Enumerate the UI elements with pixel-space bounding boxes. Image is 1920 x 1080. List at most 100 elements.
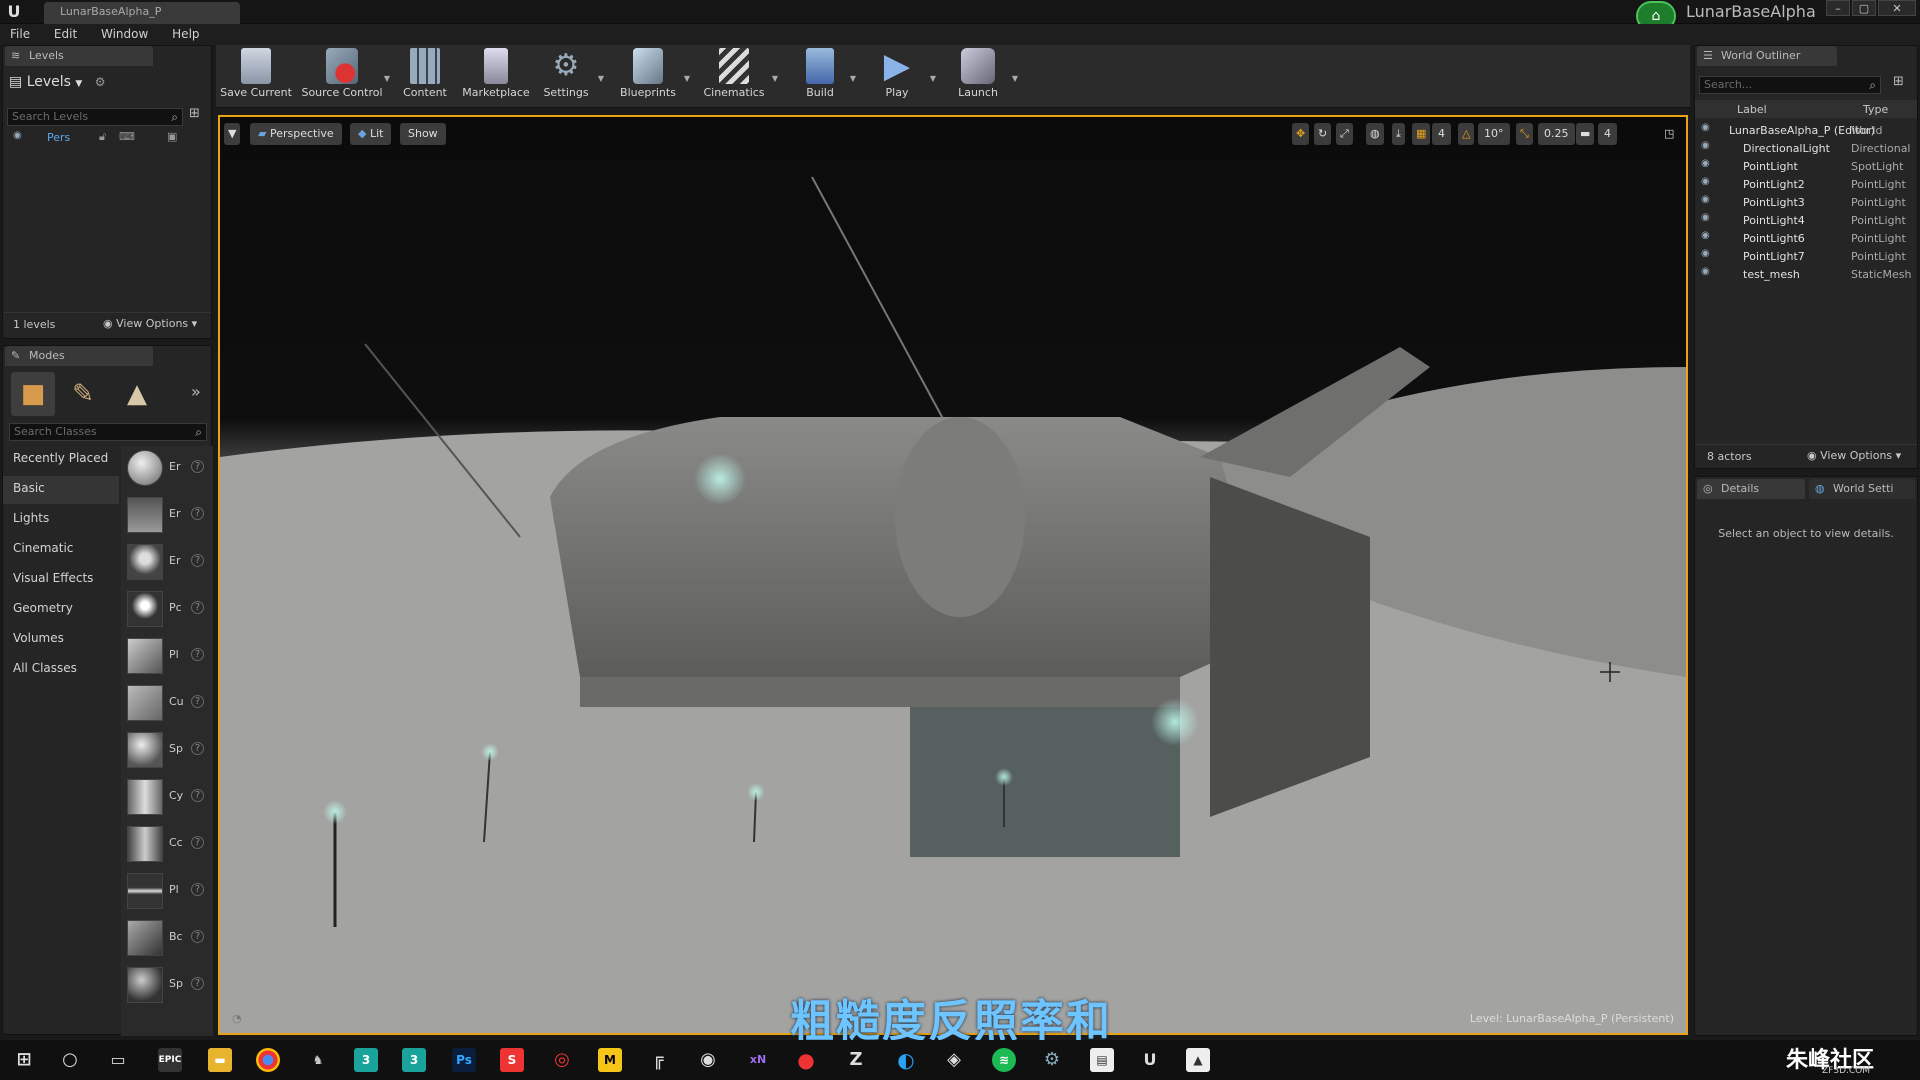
scale-snap-value[interactable]: 0.25: [1538, 123, 1575, 145]
rotation-snap-value[interactable]: 10°: [1478, 123, 1510, 145]
visibility-eye-icon[interactable]: ◉: [13, 130, 22, 141]
world-outliner-tab[interactable]: ☰ World Outliner: [1697, 46, 1837, 66]
help-icon[interactable]: ?: [191, 930, 204, 943]
camera-speed-icon[interactable]: ▬: [1576, 123, 1595, 145]
surface-snap-icon[interactable]: ⤓: [1392, 123, 1405, 145]
outliner-row[interactable]: ◉ PointLight7 PointLight: [1699, 248, 1906, 266]
class-item[interactable]: Sp?: [125, 728, 211, 772]
gamepad-icon[interactable]: ⌨: [119, 130, 135, 143]
class-item[interactable]: Pl?: [125, 869, 211, 913]
levels-settings-icon[interactable]: ⚙: [95, 75, 106, 89]
visibility-eye-icon[interactable]: ◉: [1701, 158, 1710, 169]
outliner-row[interactable]: ◉ test_mesh StaticMesh: [1699, 266, 1911, 284]
play-button[interactable]: ▶ Play ▼: [864, 48, 936, 106]
class-item[interactable]: Cu?: [125, 681, 211, 725]
column-type[interactable]: Type: [1863, 103, 1888, 116]
class-item[interactable]: Er?: [125, 540, 211, 584]
help-icon[interactable]: ?: [191, 554, 204, 567]
menu-edit[interactable]: Edit: [44, 24, 87, 41]
maximize-viewport-icon[interactable]: ◳: [1660, 123, 1678, 145]
category-basic[interactable]: Basic: [3, 476, 119, 504]
help-icon[interactable]: ?: [191, 648, 204, 661]
class-item[interactable]: Er?: [125, 446, 211, 490]
outliner-search-input[interactable]: Search... ⌕: [1699, 76, 1881, 94]
details-tab[interactable]: ◎ Details: [1697, 479, 1805, 499]
davinci-icon[interactable]: ◎: [550, 1048, 574, 1072]
class-item[interactable]: Er?: [125, 493, 211, 537]
explorer-icon[interactable]: ▬: [208, 1048, 232, 1072]
search-icon[interactable]: ○: [58, 1048, 82, 1072]
visibility-eye-icon[interactable]: ◉: [1701, 176, 1710, 187]
grid-snap-value[interactable]: 4: [1432, 123, 1451, 145]
chevron-down-icon[interactable]: ▼: [772, 74, 778, 83]
chevron-down-icon[interactable]: ▼: [850, 74, 856, 83]
lock-icon[interactable]: 🔓︎: [99, 130, 106, 144]
viewport-options-button[interactable]: ▼: [224, 123, 241, 145]
browser-icon[interactable]: ◐: [894, 1048, 918, 1072]
help-icon[interactable]: ?: [191, 836, 204, 849]
levels-tab[interactable]: ≋ Levels: [5, 46, 153, 66]
marketplace-button[interactable]: Marketplace: [460, 48, 532, 106]
camera-speed-value[interactable]: 4: [1598, 123, 1617, 145]
zbrush-icon[interactable]: Z: [844, 1048, 868, 1072]
unity-icon[interactable]: ◈: [942, 1048, 966, 1072]
help-icon[interactable]: ?: [191, 789, 204, 802]
save-level-icon[interactable]: ▣: [167, 130, 177, 143]
class-item[interactable]: Pc?: [125, 587, 211, 631]
record-icon[interactable]: ●: [794, 1048, 818, 1072]
outliner-add-icon[interactable]: ⊞: [1893, 74, 1904, 89]
maximize-button[interactable]: ▢: [1852, 0, 1876, 16]
category-recently-placed[interactable]: Recently Placed: [3, 446, 119, 474]
world-settings-tab[interactable]: ◍ World Setti: [1809, 479, 1915, 499]
visibility-eye-icon[interactable]: ◉: [1701, 266, 1710, 277]
menu-file[interactable]: File: [0, 24, 40, 41]
levels-header[interactable]: ▤ Levels ▼ ⚙: [9, 74, 106, 90]
cinematics-button[interactable]: Cinematics ▼: [696, 48, 778, 106]
marmoset-icon[interactable]: M: [598, 1048, 622, 1072]
outliner-row[interactable]: ◉ DirectionalLight DirectionalLight: [1699, 140, 1911, 158]
class-item[interactable]: Cc?: [125, 822, 211, 866]
level-viewport[interactable]: ▼ ▰ Perspective ◆ Lit Show ✥ ↻ ⤢ ◍ ⤓ ▦ 4…: [218, 115, 1688, 1035]
help-icon[interactable]: ?: [191, 977, 204, 990]
modes-tab[interactable]: ✎ Modes: [5, 346, 153, 366]
obs-icon[interactable]: ◉: [696, 1048, 720, 1072]
category-lights[interactable]: Lights: [3, 506, 119, 534]
3dsmax2-icon[interactable]: 3: [402, 1048, 426, 1072]
visibility-eye-icon[interactable]: ◉: [1701, 230, 1710, 241]
outliner-row[interactable]: ◉ PointLight3 PointLight: [1699, 194, 1906, 212]
content-button[interactable]: Content: [394, 48, 456, 106]
translate-icon[interactable]: ✥: [1292, 123, 1310, 145]
rotate-icon[interactable]: ↻: [1314, 123, 1332, 145]
category-volumes[interactable]: Volumes: [3, 626, 119, 654]
photos-icon[interactable]: ▲: [1186, 1048, 1210, 1072]
photoshop-icon[interactable]: Ps: [452, 1048, 476, 1072]
3dsmax-icon[interactable]: 3: [354, 1048, 378, 1072]
grid-snap-icon[interactable]: ▦: [1412, 123, 1431, 145]
menu-help[interactable]: Help: [162, 24, 209, 41]
epic-icon[interactable]: EPIC: [158, 1048, 182, 1072]
outliner-row[interactable]: ◉ PointLight6 PointLight: [1699, 230, 1906, 248]
notes-icon[interactable]: ▤: [1090, 1048, 1114, 1072]
place-mode-icon[interactable]: ■: [11, 372, 55, 416]
show-button[interactable]: Show: [400, 123, 446, 145]
visibility-eye-icon[interactable]: ◉: [1701, 122, 1710, 133]
launch-button[interactable]: Launch ▼: [944, 48, 1018, 106]
outliner-row[interactable]: ◉ PointLight SpotLight: [1699, 158, 1903, 176]
outliner-row[interactable]: ◉ LunarBaseAlpha_P (Editor) World: [1699, 122, 1883, 140]
class-item[interactable]: Sp?: [125, 963, 211, 1007]
category-cinematic[interactable]: Cinematic: [3, 536, 119, 564]
steam-icon[interactable]: ⚙: [1040, 1048, 1064, 1072]
outliner-row[interactable]: ◉ PointLight4 PointLight: [1699, 212, 1906, 230]
close-button[interactable]: ✕: [1878, 0, 1916, 16]
help-icon[interactable]: ?: [191, 695, 204, 708]
scale-snap-icon[interactable]: ⤡: [1516, 123, 1533, 145]
landscape-mode-icon[interactable]: ▲: [115, 372, 159, 416]
column-label[interactable]: Label: [1737, 103, 1767, 116]
chrome-icon[interactable]: [256, 1048, 280, 1072]
help-icon[interactable]: ?: [191, 601, 204, 614]
chevron-down-icon[interactable]: ▼: [384, 74, 390, 83]
perspective-button[interactable]: ▰ Perspective: [250, 123, 342, 145]
outliner-row[interactable]: ◉ PointLight2 PointLight: [1699, 176, 1906, 194]
rotation-snap-icon[interactable]: △: [1458, 123, 1475, 145]
help-icon[interactable]: ?: [191, 742, 204, 755]
